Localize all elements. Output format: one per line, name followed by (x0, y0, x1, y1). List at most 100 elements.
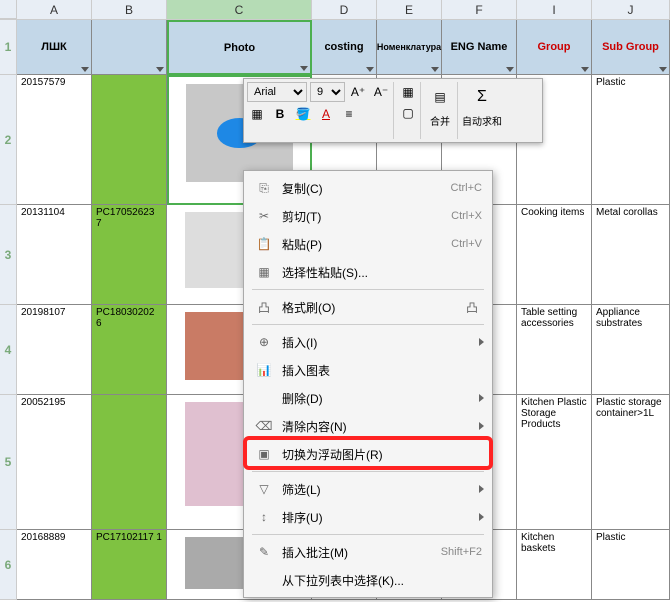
cell[interactable]: Appliance substrates (592, 305, 670, 395)
header-label: costing (324, 41, 363, 53)
sort-icon: ↕ (254, 510, 274, 524)
header-b[interactable] (92, 20, 167, 75)
font-select[interactable]: Arial (247, 82, 307, 102)
header-c[interactable]: Photo (167, 20, 312, 75)
merge-label: 合并 (430, 113, 450, 128)
ctx-insert-comment[interactable]: ✎插入批注(M)Shift+F2 (244, 538, 492, 566)
header-d[interactable]: costing (312, 20, 377, 75)
ctx-copy[interactable]: ⎘复制(C)Ctrl+C (244, 174, 492, 202)
ctx-insert-chart[interactable]: 📊 插入图表 (244, 356, 492, 384)
col-header-f[interactable]: F (442, 0, 517, 19)
ctx-dropdown-select[interactable]: 从下拉列表中选择(K)... (244, 566, 492, 594)
filter-icon[interactable] (581, 67, 589, 72)
ctx-filter[interactable]: ▽ 筛选(L) (244, 475, 492, 503)
fill-color-icon[interactable]: 🪣 (293, 104, 313, 124)
col-header-a[interactable]: A (17, 0, 92, 19)
cell[interactable]: 20198107 (17, 305, 92, 395)
header-i[interactable]: Group (517, 20, 592, 75)
paste-icon: 📋 (254, 237, 274, 251)
cell[interactable]: Table setting accessories (517, 305, 592, 395)
autosum-icon[interactable]: Σ (467, 82, 497, 112)
filter-icon[interactable] (659, 67, 667, 72)
header-e[interactable]: Номенклатура (377, 20, 442, 75)
align-icon[interactable]: ≡ (339, 104, 359, 124)
border-icon[interactable]: ▦ (398, 82, 418, 102)
col-header-i[interactable]: I (517, 0, 592, 19)
cell[interactable]: Plastic (592, 75, 670, 205)
increase-font-icon[interactable]: A⁺ (348, 82, 368, 102)
filter-icon[interactable] (81, 67, 89, 72)
ctx-label: 插入批注(M) (282, 544, 441, 561)
ctx-label: 复制(C) (282, 180, 451, 197)
ctx-delete[interactable]: 删除(D) (244, 384, 492, 412)
col-header-c[interactable]: C (167, 0, 312, 19)
cell[interactable]: 20131104 (17, 205, 92, 305)
ctx-label: 粘贴(P) (282, 236, 451, 253)
chart-icon: 📊 (254, 363, 274, 377)
ctx-paste-special[interactable]: ▦选择性粘贴(S)... (244, 258, 492, 286)
corner-cell[interactable] (0, 0, 17, 19)
header-a[interactable]: ЛШК (17, 20, 92, 75)
ctx-label: 剪切(T) (282, 208, 451, 225)
bold-button[interactable]: B (270, 104, 290, 124)
filter-icon[interactable] (431, 67, 439, 72)
filter-icon[interactable] (300, 66, 308, 71)
ctx-cut[interactable]: ✂剪切(T)Ctrl+X (244, 202, 492, 230)
ctx-label: 筛选(L) (282, 481, 482, 498)
filter-icon: ▽ (254, 482, 274, 496)
format-icon[interactable]: ▢ (398, 103, 418, 123)
col-header-d[interactable]: D (312, 0, 377, 19)
cell[interactable]: Kitchen Plastic Storage Products (517, 395, 592, 530)
row-header-1[interactable]: 1 (0, 20, 17, 75)
ctx-format-brush[interactable]: 凸格式刷(O)凸 (244, 293, 492, 321)
chevron-right-icon (479, 338, 484, 346)
cell[interactable]: 20157579 (17, 75, 92, 205)
cell[interactable] (92, 395, 167, 530)
row-header-4[interactable]: 4 (0, 305, 17, 395)
row-header-5[interactable]: 5 (0, 395, 17, 530)
cell[interactable]: Kitchen baskets (517, 530, 592, 600)
filter-icon[interactable] (156, 67, 164, 72)
header-f[interactable]: ENG Name (442, 20, 517, 75)
chevron-right-icon (479, 422, 484, 430)
ctx-shortcut: Ctrl+V (451, 238, 482, 250)
cell[interactable]: Metal corollas (592, 205, 670, 305)
cell[interactable]: PC17102117 1 (92, 530, 167, 600)
row-header-3[interactable]: 3 (0, 205, 17, 305)
header-j[interactable]: Sub Group (592, 20, 670, 75)
table-icon[interactable]: ▦ (247, 104, 267, 124)
mini-toolbar: Arial 9 A⁺ A⁻ ▦ B 🪣 A ≡ ▦ ▢ ▤ 合并 Σ 自动求和 (243, 78, 543, 143)
insert-icon: ⊕ (254, 335, 274, 349)
ctx-insert[interactable]: ⊕ 插入(I) (244, 328, 492, 356)
ctx-sort[interactable]: ↕排序(U) (244, 503, 492, 531)
col-header-e[interactable]: E (377, 0, 442, 19)
col-header-j[interactable]: J (592, 0, 670, 19)
ctx-clear[interactable]: ⌫清除内容(N) (244, 412, 492, 440)
row-header-2[interactable]: 2 (0, 75, 17, 205)
ctx-paste[interactable]: 📋 粘贴(P)Ctrl+V (244, 230, 492, 258)
ctx-label: 插入(I) (282, 334, 482, 351)
cell[interactable]: PC17052623 7 (92, 205, 167, 305)
cell[interactable]: PC18030202 6 (92, 305, 167, 395)
cell[interactable]: Cooking items (517, 205, 592, 305)
ctx-shortcut: Ctrl+X (451, 210, 482, 222)
col-header-b[interactable]: B (92, 0, 167, 19)
ctx-label: 插入图表 (282, 362, 482, 379)
row-header-6[interactable]: 6 (0, 530, 17, 600)
cell[interactable]: 20168889 (17, 530, 92, 600)
filter-icon[interactable] (506, 67, 514, 72)
ctx-float-image[interactable]: ▣切换为浮动图片(R) (244, 440, 492, 468)
filter-icon[interactable] (366, 67, 374, 72)
clear-icon: ⌫ (254, 419, 274, 433)
decrease-font-icon[interactable]: A⁻ (371, 82, 391, 102)
header-label: ENG Name (451, 41, 508, 53)
cell[interactable]: Plastic (592, 530, 670, 600)
chevron-right-icon (479, 513, 484, 521)
merge-icon[interactable]: ▤ (425, 82, 455, 112)
cell[interactable] (92, 75, 167, 205)
header-label: Photo (224, 42, 255, 54)
font-color-icon[interactable]: A (316, 104, 336, 124)
size-select[interactable]: 9 (310, 82, 345, 102)
cell[interactable]: Plastic storage container>1L (592, 395, 670, 530)
cell[interactable]: 20052195 (17, 395, 92, 530)
